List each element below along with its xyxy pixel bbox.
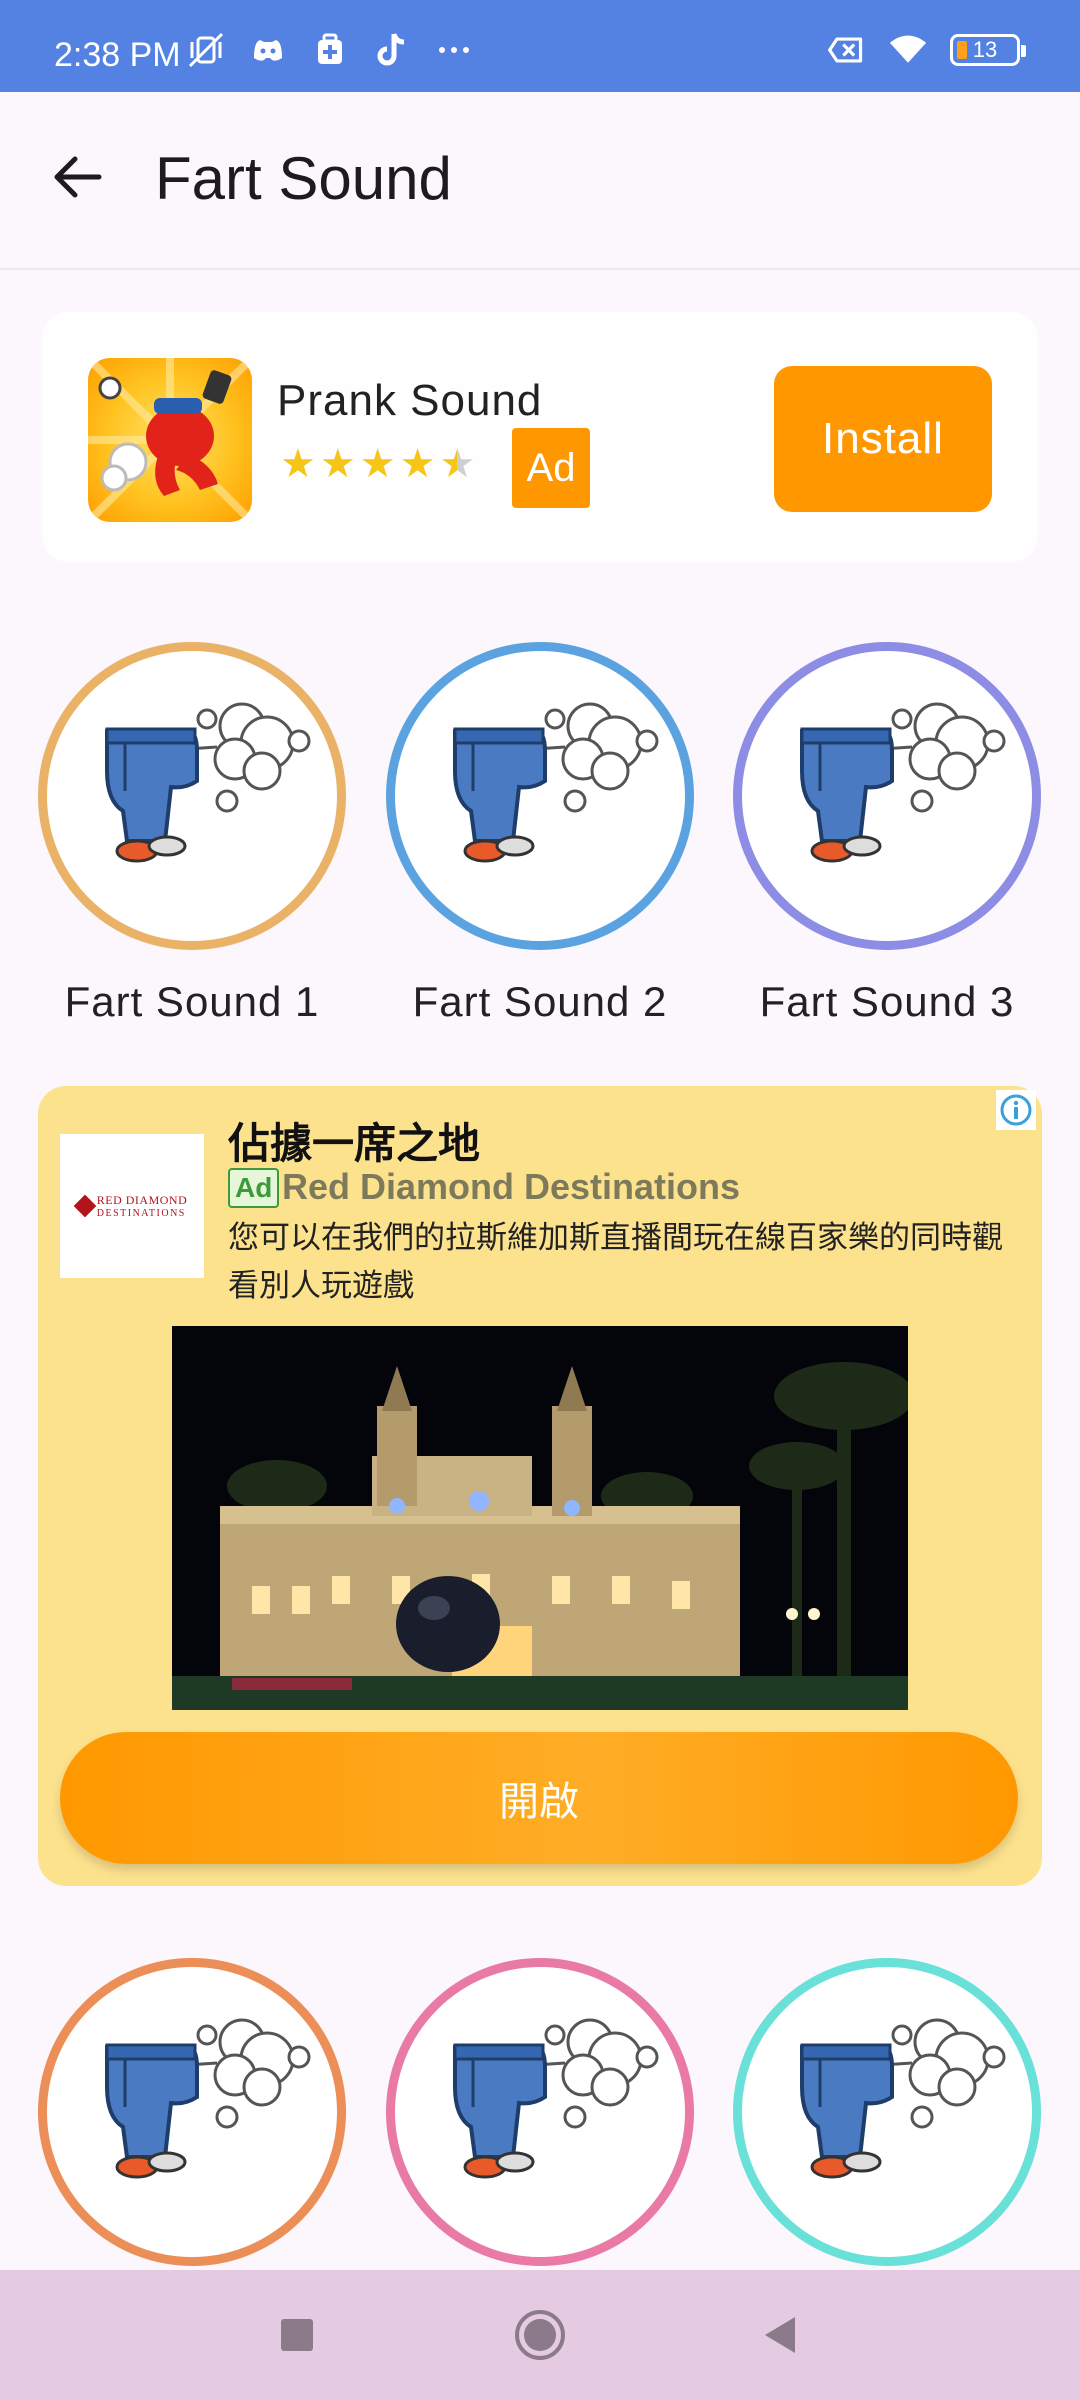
app-bar: Fart Sound (0, 92, 1080, 270)
prank-sound-app-icon[interactable] (88, 358, 252, 522)
battery-icon: 13 (950, 34, 1026, 66)
ad-open-button[interactable]: 開啟 (60, 1732, 1018, 1864)
nav-back-button[interactable] (746, 2300, 816, 2370)
ad-body-text: 您可以在我們的拉斯維加斯直播間玩在線百家樂的同時觀看別人玩遊戲 (228, 1220, 1003, 1304)
star-icon: ★ (280, 442, 316, 486)
sound-item-5[interactable] (384, 1958, 696, 2266)
page-title: Fart Sound (155, 145, 452, 212)
sound-label[interactable]: Fart Sound 3 (731, 978, 1043, 1026)
battery-level: 13 (972, 37, 998, 62)
ad-rating-stars: ★ ★ ★ ★ ★ (280, 444, 475, 484)
notification-icons (186, 30, 474, 70)
square-recents-icon (281, 2319, 313, 2351)
sound-item-2[interactable]: Fart Sound 2 (384, 642, 696, 1026)
half-star-icon: ★ (439, 442, 476, 486)
fart-character-icon[interactable] (733, 1958, 1041, 2266)
system-nav-bar (0, 2270, 1080, 2400)
triangle-back-icon (765, 2317, 795, 2353)
status-time: 2:38 PM (54, 36, 181, 74)
discord-icon (248, 30, 288, 70)
system-icons: 13 (826, 30, 1026, 70)
install-button[interactable]: Install (774, 366, 992, 512)
fart-character-icon[interactable] (386, 1958, 694, 2266)
no-sim-icon (826, 30, 866, 70)
back-button[interactable] (42, 142, 112, 212)
star-icon: ★ (319, 442, 356, 486)
ad-tag: Ad (228, 1168, 280, 1208)
recents-button[interactable] (262, 2300, 332, 2370)
tiktok-icon (372, 30, 412, 70)
ad-badge: Ad (512, 428, 590, 508)
sound-label[interactable]: Fart Sound 1 (36, 978, 348, 1026)
fart-character-icon[interactable] (38, 642, 346, 950)
logo-line-2: DESTINATIONS (96, 1208, 186, 1219)
app-install-ad[interactable]: Prank Sound ★ ★ ★ ★ ★ Ad Install (42, 312, 1038, 562)
sound-item-1[interactable]: Fart Sound 1 (36, 642, 348, 1026)
logo-line-1: RED DIAMOND (96, 1193, 188, 1207)
sound-item-6[interactable] (731, 1958, 1043, 2266)
mute-vibrate-icon (186, 30, 226, 70)
star-icon: ★ (359, 442, 396, 486)
medkit-icon (310, 30, 350, 70)
ad-casino-image[interactable] (172, 1326, 908, 1710)
fart-character-icon[interactable] (733, 642, 1041, 950)
native-ad[interactable]: RED DIAMOND DESTINATIONS 佔據一席之地 Ad Red D… (38, 1086, 1042, 1886)
star-icon: ★ (399, 442, 436, 486)
fart-character-icon[interactable] (38, 1958, 346, 2266)
ad-advertiser[interactable]: Red Diamond Destinations (282, 1166, 740, 1208)
sound-item-3[interactable]: Fart Sound 3 (731, 642, 1043, 1026)
home-button[interactable] (505, 2300, 575, 2370)
circle-home-icon (515, 2310, 565, 2360)
wifi-icon (888, 30, 928, 70)
red-diamond-logo: RED DIAMOND DESTINATIONS (73, 1193, 188, 1219)
arrow-back-icon (54, 156, 102, 198)
diamond-icon (73, 1194, 97, 1218)
sound-label[interactable]: Fart Sound 2 (384, 978, 696, 1026)
more-dots-icon (434, 30, 474, 70)
status-bar: 2:38 PM 13 (0, 0, 1080, 92)
ad-info-icon[interactable] (996, 1090, 1036, 1130)
ad-app-name[interactable]: Prank Sound (277, 376, 542, 426)
sound-item-4[interactable] (36, 1958, 348, 2266)
fart-character-icon[interactable] (386, 642, 694, 950)
ad-headline[interactable]: 佔據一席之地 (228, 1110, 480, 1171)
advertiser-logo[interactable]: RED DIAMOND DESTINATIONS (60, 1134, 204, 1278)
